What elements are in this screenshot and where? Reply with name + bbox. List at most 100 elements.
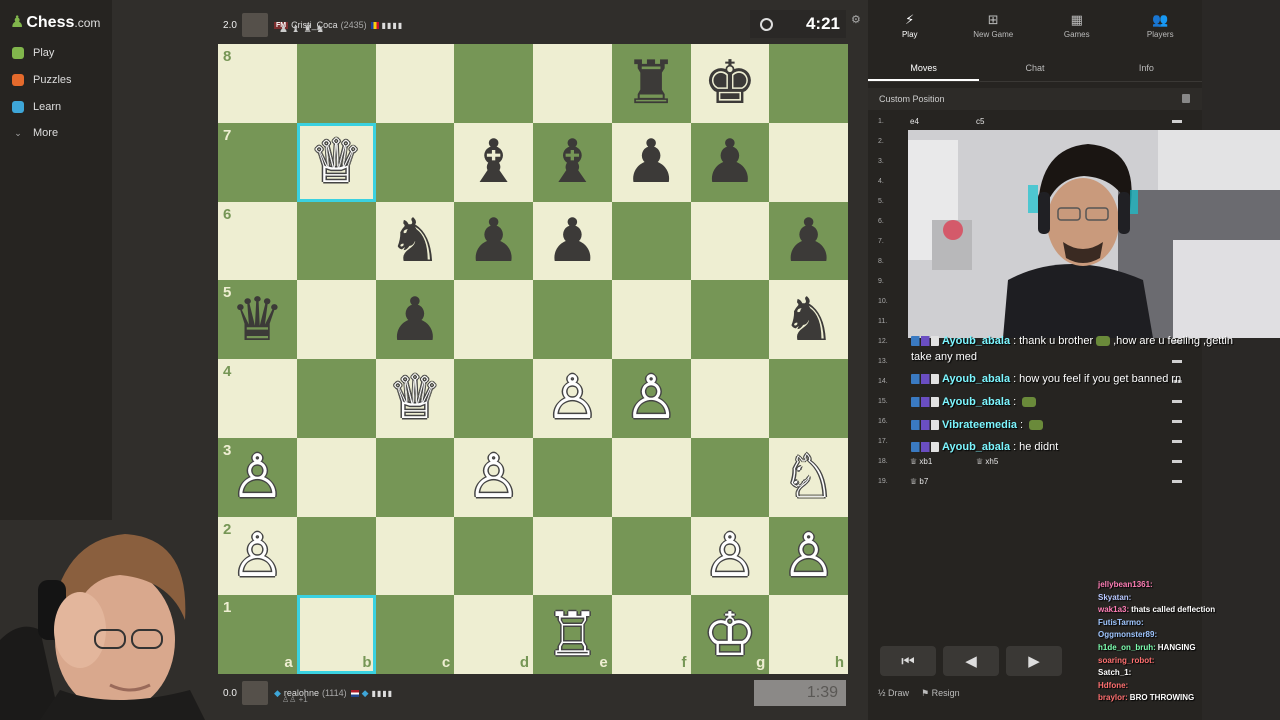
- square-g3[interactable]: [690, 437, 770, 517]
- black-pawn-icon[interactable]: ♟: [782, 211, 836, 271]
- square-f3[interactable]: [611, 437, 691, 517]
- square-h6[interactable]: ♟: [769, 201, 848, 281]
- square-d8[interactable]: [454, 44, 533, 123]
- square-a1[interactable]: 1a: [218, 595, 297, 674]
- square-a5[interactable]: 5 ♛: [218, 280, 297, 359]
- resign-button[interactable]: ⚑ Resign: [921, 688, 960, 699]
- sidebar-item-learn[interactable]: Learn: [12, 101, 61, 113]
- square-e7[interactable]: ♝: [533, 122, 612, 202]
- square-a2[interactable]: 2 ♙: [218, 516, 297, 596]
- square-d4[interactable]: [454, 359, 533, 438]
- black-bishop-icon[interactable]: ♝: [467, 132, 521, 192]
- gear-icon[interactable]: ⚙: [851, 13, 861, 26]
- chat-username[interactable]: Ayoub_abala: [942, 373, 1010, 385]
- square-f4[interactable]: ♙: [611, 359, 691, 438]
- tab-play[interactable]: ⚡ Play: [868, 0, 952, 52]
- square-f6[interactable]: [611, 201, 691, 281]
- black-rook-icon[interactable]: ♜: [624, 53, 678, 113]
- square-a4[interactable]: 4: [218, 359, 297, 438]
- white-pawn-icon[interactable]: ♙: [545, 368, 599, 428]
- square-h2[interactable]: ♙: [769, 516, 848, 596]
- chat-username[interactable]: Ayoub_abala: [942, 396, 1010, 408]
- white-knight-icon[interactable]: ♘: [782, 447, 836, 507]
- chat-username[interactable]: Ayoub_abala: [942, 441, 1010, 453]
- square-b4[interactable]: [296, 359, 376, 438]
- twitch-username[interactable]: Satch_1:: [1098, 668, 1131, 677]
- square-h1[interactable]: h: [769, 595, 848, 674]
- square-b2[interactable]: [296, 516, 376, 596]
- square-e3[interactable]: [533, 437, 612, 517]
- black-queen-icon[interactable]: ♛: [230, 290, 284, 350]
- square-f8[interactable]: ♜: [611, 44, 691, 123]
- square-h8[interactable]: [769, 44, 848, 123]
- square-g1[interactable]: g ♔: [690, 595, 770, 674]
- tab-players[interactable]: 👥 Players: [1119, 0, 1203, 52]
- square-d1[interactable]: d: [454, 595, 533, 674]
- square-e8[interactable]: [533, 44, 612, 123]
- black-pawn-icon[interactable]: ♟: [545, 211, 599, 271]
- square-g5[interactable]: [690, 280, 770, 359]
- black-knight-icon[interactable]: ♞: [782, 290, 836, 350]
- twitch-username[interactable]: jellybean1361:: [1098, 580, 1153, 589]
- square-b8[interactable]: [296, 44, 376, 123]
- tab-new-game[interactable]: ⊞ New Game: [952, 0, 1036, 52]
- square-h5[interactable]: ♞: [769, 280, 848, 359]
- square-f7[interactable]: ♟: [611, 122, 691, 202]
- sidebar-item-puzzles[interactable]: Puzzles: [12, 74, 72, 86]
- square-b5[interactable]: [296, 280, 376, 359]
- twitch-username[interactable]: soaring_robot:: [1098, 656, 1154, 665]
- sidebar-item-more[interactable]: ⌄ More: [12, 127, 58, 139]
- white-pawn-icon[interactable]: ♙: [703, 526, 757, 586]
- first-move-button[interactable]: ⏮: [880, 646, 936, 676]
- square-b7[interactable]: ♕: [296, 122, 376, 202]
- square-d3[interactable]: ♙: [454, 437, 533, 517]
- twitch-username[interactable]: wak1a3:: [1098, 605, 1129, 614]
- tab-info[interactable]: Info: [1091, 54, 1202, 81]
- white-move[interactable]: e4: [910, 117, 919, 126]
- chat-username[interactable]: Ayoub_abala: [942, 335, 1010, 347]
- square-d7[interactable]: ♝: [454, 122, 533, 202]
- square-c8[interactable]: [375, 44, 455, 123]
- twitch-username[interactable]: h1de_on_bruh:: [1098, 643, 1156, 652]
- avatar[interactable]: [242, 681, 268, 705]
- chessboard[interactable]: 8 ♜ ♚ 7 ♕ ♝ ♝ ♟ ♟ 6 ♞ ♟ ♟ ♟ 5 ♛ ♟ ♞ 4 ♕ ♙ ♙ 3 ♙ ♙ ♘ 2 ♙ ♙ ♙ 1 a b c d e ♖ f g ♔…: [218, 44, 848, 674]
- white-pawn-icon[interactable]: ♙: [624, 368, 678, 428]
- square-a3[interactable]: 3 ♙: [218, 437, 297, 517]
- square-g6[interactable]: [690, 201, 770, 281]
- square-h3[interactable]: ♘: [769, 437, 848, 517]
- white-pawn-icon[interactable]: ♙: [467, 447, 521, 507]
- previous-move-button[interactable]: ◀: [943, 646, 999, 676]
- square-g4[interactable]: [690, 359, 770, 438]
- square-e5[interactable]: [533, 280, 612, 359]
- twitch-username[interactable]: braylor:: [1098, 693, 1128, 702]
- black-pawn-icon[interactable]: ♟: [624, 132, 678, 192]
- square-f2[interactable]: [611, 516, 691, 596]
- square-e2[interactable]: [533, 516, 612, 596]
- square-d6[interactable]: ♟: [454, 201, 533, 281]
- black-pawn-icon[interactable]: ♟: [703, 132, 757, 192]
- trash-icon[interactable]: [1182, 94, 1190, 103]
- square-a6[interactable]: 6: [218, 201, 297, 281]
- square-b6[interactable]: [296, 201, 376, 281]
- tab-moves[interactable]: Moves: [868, 54, 980, 81]
- sidebar-item-play[interactable]: Play: [12, 47, 54, 59]
- white-pawn-icon[interactable]: ♙: [782, 526, 836, 586]
- black-pawn-icon[interactable]: ♟: [467, 211, 521, 271]
- square-c4[interactable]: ♕: [375, 359, 455, 438]
- square-c6[interactable]: ♞: [375, 201, 455, 281]
- square-e4[interactable]: ♙: [533, 359, 612, 438]
- black-knight-icon[interactable]: ♞: [388, 211, 442, 271]
- square-e6[interactable]: ♟: [533, 201, 612, 281]
- square-c3[interactable]: [375, 437, 455, 517]
- square-f1[interactable]: f: [611, 595, 691, 674]
- square-b1[interactable]: b: [296, 595, 376, 674]
- square-c1[interactable]: c: [375, 595, 455, 674]
- square-d2[interactable]: [454, 516, 533, 596]
- white-queen-icon[interactable]: ♕: [388, 368, 442, 428]
- twitch-username[interactable]: Skyatan:: [1098, 593, 1131, 602]
- white-king-icon[interactable]: ♔: [703, 605, 757, 665]
- square-d5[interactable]: [454, 280, 533, 359]
- white-pawn-icon[interactable]: ♙: [230, 447, 284, 507]
- twitch-username[interactable]: Hdfone:: [1098, 681, 1128, 690]
- draw-button[interactable]: ½ Draw: [878, 688, 909, 699]
